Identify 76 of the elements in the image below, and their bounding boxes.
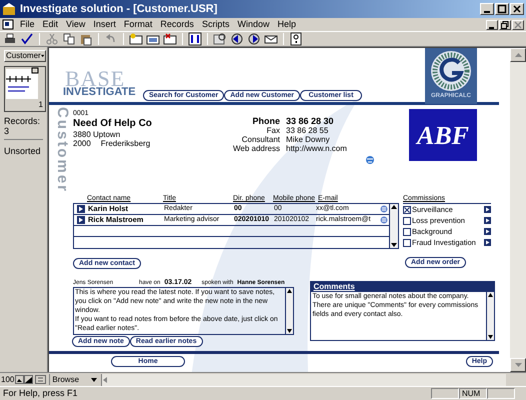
menu-item[interactable]: Help <box>273 18 300 32</box>
go-arrow-icon[interactable] <box>77 205 85 213</box>
book-icon <box>5 67 39 101</box>
record-number: 1 <box>38 99 43 111</box>
paste-icon[interactable] <box>79 32 93 46</box>
dropdown-icon <box>40 54 44 58</box>
logo-text: ABF <box>416 120 470 152</box>
scroll-down-icon <box>390 242 398 248</box>
num-lock-indicator: NUM <box>459 388 487 399</box>
new-record-icon[interactable] <box>129 32 143 46</box>
dial-logo-icon <box>429 49 473 93</box>
help-icon[interactable] <box>289 32 303 46</box>
menu-item[interactable]: Format <box>120 18 156 32</box>
find-icon[interactable] <box>213 32 227 46</box>
portal-scrollbar[interactable] <box>389 204 398 248</box>
menu-item[interactable]: Edit <box>38 18 62 32</box>
record-book[interactable]: 1 <box>4 66 46 112</box>
spellcheck-icon[interactable] <box>20 32 34 46</box>
records-count: 3 <box>4 126 10 136</box>
zoom-in-icon[interactable] <box>24 375 34 384</box>
scroll-up-icon <box>390 204 398 210</box>
previous-record-icon[interactable] <box>230 32 244 46</box>
next-record-icon[interactable] <box>247 32 261 46</box>
horizontal-scrollbar[interactable] <box>101 374 506 386</box>
window-title: Investigate solution - [Customer.USR] <box>20 2 218 17</box>
status-panel <box>487 388 515 399</box>
go-arrow-icon[interactable] <box>484 206 491 213</box>
customer-name: Need Of Help Co <box>73 118 153 130</box>
status-text: For Help, press F1 <box>3 386 78 400</box>
field-value: Mike Downy <box>286 135 331 144</box>
sort-icon[interactable] <box>188 32 202 46</box>
print-icon[interactable] <box>3 32 17 46</box>
checkbox[interactable] <box>403 238 411 246</box>
field-value: 33 86 28 55 <box>286 126 330 135</box>
field-label: Fax <box>266 126 280 135</box>
zoom-level: 100 <box>0 374 16 386</box>
checkbox[interactable] <box>403 206 411 214</box>
postcode: 2000 <box>73 139 91 148</box>
go-arrow-icon[interactable] <box>484 217 491 224</box>
comments-scrollbar[interactable] <box>486 292 494 340</box>
field-value: http://www.n.com <box>286 144 347 153</box>
field-value: 33 86 28 30 <box>286 117 335 126</box>
field-label: Consultant <box>240 135 280 144</box>
menu-item[interactable]: Window <box>233 18 274 32</box>
status-area-toggle-icon[interactable] <box>35 375 46 384</box>
scroll-down-icon <box>286 328 294 334</box>
go-arrow-icon[interactable] <box>484 239 491 246</box>
address-line: 3880 Uptown <box>73 130 122 139</box>
zoom-out-icon[interactable] <box>15 375 24 384</box>
scroll-down-icon <box>487 334 494 340</box>
layout-menu[interactable]: Customer <box>4 50 46 62</box>
mode-menu[interactable]: Browse <box>49 374 100 385</box>
go-arrow-icon[interactable] <box>484 228 491 235</box>
field-label: Web address <box>233 144 280 153</box>
menu-item[interactable]: Records <box>156 18 198 32</box>
checkbox[interactable] <box>403 216 411 224</box>
scroll-left-icon <box>102 374 110 384</box>
checkbox[interactable] <box>403 228 411 236</box>
menu-item[interactable]: File <box>16 18 39 32</box>
comments-title: Comments <box>311 282 494 291</box>
scroll-up-icon <box>286 288 294 294</box>
sort-status: Unsorted <box>4 139 43 156</box>
dropdown-icon <box>91 378 98 382</box>
go-arrow-icon[interactable] <box>77 216 85 224</box>
copy-icon[interactable] <box>62 32 76 46</box>
section-label: Customer <box>55 107 69 196</box>
delete-record-icon[interactable] <box>163 32 177 46</box>
menu-item[interactable]: Insert <box>89 18 120 32</box>
app-icon <box>2 2 16 16</box>
records-label: Records: <box>4 116 42 126</box>
note-scrollbar[interactable] <box>285 288 294 334</box>
menu-item[interactable]: View <box>62 18 90 32</box>
field-label: Phone <box>251 117 280 126</box>
menu-item[interactable]: Scripts <box>198 18 234 32</box>
status-panel <box>431 388 459 399</box>
city: Frederiksberg <box>100 139 150 148</box>
